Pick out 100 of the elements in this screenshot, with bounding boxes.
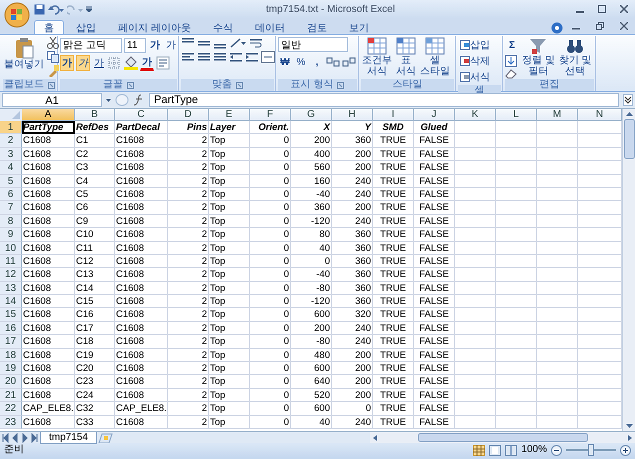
ribbon-tab[interactable]: 홈	[34, 20, 64, 34]
row-header[interactable]: 19	[0, 362, 22, 376]
row-header[interactable]: 21	[0, 388, 22, 402]
ribbon-tab[interactable]: 보기	[338, 20, 379, 34]
column-header[interactable]: H	[332, 109, 373, 121]
ribbon-tab[interactable]: 검토	[296, 20, 337, 34]
table-cell: C1608	[115, 375, 168, 389]
column-header[interactable]: A	[22, 109, 75, 121]
row-header[interactable]: 18	[0, 348, 22, 362]
table-cell: FALSE	[414, 322, 455, 336]
italic-button[interactable]: 가	[76, 55, 90, 71]
table-cell: TRUE	[373, 254, 414, 268]
column-header[interactable]: B	[75, 109, 115, 121]
font-size-field[interactable]: 11	[124, 38, 146, 52]
column-header[interactable]: I	[373, 109, 414, 121]
font-name-field[interactable]: 맑은 고딕	[60, 38, 122, 52]
row-header[interactable]: 7	[0, 201, 22, 215]
paste-button[interactable]: 붙여넣기	[3, 37, 45, 70]
row-header[interactable]: 4	[0, 161, 22, 175]
row-header[interactable]: 15	[0, 308, 22, 322]
ribbon-tab[interactable]: 수식	[202, 20, 243, 34]
row-header[interactable]: 10	[0, 242, 22, 255]
row-header[interactable]: 20	[0, 375, 22, 389]
underline-button[interactable]: 가	[92, 55, 106, 71]
table-cell: C1608	[22, 148, 75, 162]
style-button[interactable]: 표 서식	[395, 37, 417, 77]
row-header[interactable]: 6	[0, 188, 22, 202]
table-cell: 2	[168, 416, 209, 429]
table-cell: C1608	[22, 388, 75, 402]
table-cell: 0	[250, 254, 291, 268]
table-cell: C1608	[115, 308, 168, 322]
table-cell: C1	[75, 134, 115, 148]
column-header[interactable]: F	[250, 109, 291, 121]
column-header[interactable]: M	[537, 109, 578, 121]
grow-font-button[interactable]: 가	[148, 37, 162, 53]
style-button[interactable]: 조건부 서식	[361, 37, 393, 77]
percent-button[interactable]: %	[294, 54, 308, 70]
table-cell: TRUE	[373, 174, 414, 188]
bold-button[interactable]: 가	[60, 55, 74, 71]
column-heading: Pins	[168, 121, 209, 134]
table-cell: C20	[75, 362, 115, 376]
row-header[interactable]: 1	[0, 121, 22, 134]
zoom-level[interactable]: 100%	[521, 443, 547, 457]
row-header[interactable]: 2	[0, 134, 22, 148]
cell-button[interactable]: 삭제	[458, 53, 492, 69]
table-cell: Top	[209, 388, 250, 402]
cell-button[interactable]: 서식	[458, 69, 492, 85]
table-cell: TRUE	[373, 134, 414, 148]
row-header[interactable]: 9	[0, 228, 22, 242]
table-cell: C13	[75, 268, 115, 282]
column-header[interactable]: N	[578, 109, 622, 121]
row-header[interactable]: 14	[0, 295, 22, 308]
ribbon-tab[interactable]: 데이터	[244, 20, 295, 34]
ribbon-tab[interactable]: 삽입	[66, 20, 106, 34]
table-cell: 2	[168, 348, 209, 362]
comma-button[interactable]: ,	[310, 54, 324, 70]
row-header[interactable]: 16	[0, 322, 22, 336]
ribbon-tab[interactable]: 페이지 레이아웃	[108, 20, 201, 34]
table-cell: Top	[209, 375, 250, 389]
table-cell: C1608	[22, 201, 75, 215]
sort-filter-button[interactable]: 정렬 및 필터	[521, 37, 556, 77]
style-button[interactable]: 셀 스타일	[419, 37, 451, 77]
column-header[interactable]: K	[455, 109, 496, 121]
number-format-field[interactable]: 일반	[278, 37, 348, 52]
table-cell: C1608	[115, 282, 168, 296]
table-cell: C1608	[22, 335, 75, 349]
table-cell: 2	[168, 295, 209, 308]
currency-button[interactable]: ₩	[278, 54, 292, 70]
column-header[interactable]: J	[414, 109, 455, 121]
row-header[interactable]: 12	[0, 268, 22, 282]
column-header[interactable]: L	[496, 109, 537, 121]
cell-button[interactable]: 삽입	[458, 37, 492, 53]
row-header[interactable]: 13	[0, 282, 22, 296]
name-box[interactable]: A1	[2, 93, 102, 107]
column-header[interactable]: D	[168, 109, 209, 121]
row-header[interactable]: 11	[0, 254, 22, 268]
shrink-font-button[interactable]: 가	[164, 37, 178, 53]
table-cell: FALSE	[414, 388, 455, 402]
table-cell: 240	[332, 335, 373, 349]
table-cell: Top	[209, 308, 250, 322]
autosum-button[interactable]: Σ	[505, 37, 519, 53]
row-header[interactable]: 17	[0, 335, 22, 349]
column-header[interactable]: E	[209, 109, 250, 121]
table-cell: TRUE	[373, 282, 414, 296]
table-cell: C1608	[22, 375, 75, 389]
table-cell: 200	[332, 348, 373, 362]
column-header[interactable]: C	[115, 109, 168, 121]
table-cell: TRUE	[373, 161, 414, 175]
row-header[interactable]: 22	[0, 402, 22, 416]
find-select-button[interactable]: 찾기 및 선택	[558, 37, 593, 77]
table-cell: 360	[332, 282, 373, 296]
table-cell: 2	[168, 148, 209, 162]
row-header[interactable]: 3	[0, 148, 22, 162]
row-header[interactable]: 5	[0, 174, 22, 188]
formula-field[interactable]: PartType	[149, 93, 619, 107]
column-heading: Layer	[209, 121, 250, 134]
sheet-tab[interactable]: tmp7154	[40, 432, 97, 444]
column-header[interactable]: G	[291, 109, 332, 121]
row-header[interactable]: 23	[0, 416, 22, 429]
row-header[interactable]: 8	[0, 214, 22, 228]
